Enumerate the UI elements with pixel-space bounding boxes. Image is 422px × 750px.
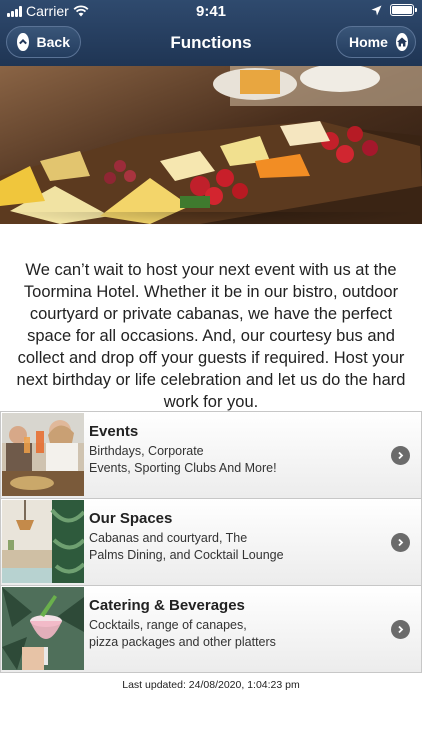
location-arrow-icon — [371, 5, 382, 15]
battery-icon — [390, 4, 417, 16]
functions-list: Events Birthdays, Corporate Events, Spor… — [0, 411, 422, 673]
last-updated-label: Last updated: 24/08/2020, 1:04:23 pm — [122, 679, 300, 691]
list-item-title: Our Spaces — [89, 510, 173, 527]
list-item-subtitle: Cocktails, range of canapes, pizza packa… — [89, 618, 276, 649]
list-item-title: Catering & Beverages — [89, 597, 245, 614]
home-button[interactable]: Home — [336, 26, 416, 58]
list-item-title: Events — [89, 423, 139, 440]
chevron-right-icon — [391, 620, 410, 639]
cheese-platter-image — [0, 66, 422, 224]
our-spaces-thumbnail — [2, 500, 84, 583]
list-item-subtitle: Birthdays, Corporate Events, Sporting Cl… — [89, 444, 277, 475]
list-item-our-spaces[interactable]: Our Spaces Cabanas and courtyard, The Pa… — [0, 499, 422, 586]
catering-beverages-thumbnail — [2, 587, 84, 670]
home-icon — [395, 33, 408, 51]
events-thumbnail — [2, 413, 84, 496]
list-item-catering-beverages[interactable]: Catering & Beverages Cocktails, range of… — [0, 586, 422, 673]
header-bar: Carrier 9:41 Back Functions Home — [0, 0, 422, 66]
hero-shadow — [0, 212, 422, 226]
chevron-right-icon — [391, 533, 410, 552]
intro-text: We can’t wait to host your next event wi… — [16, 261, 406, 411]
list-item-events[interactable]: Events Birthdays, Corporate Events, Spor… — [0, 411, 422, 499]
status-time: 9:41 — [195, 3, 227, 20]
status-bar: Carrier 9:41 — [0, 0, 422, 22]
chevron-right-icon — [391, 446, 410, 465]
hero-image — [0, 66, 422, 224]
home-button-label: Home — [349, 34, 388, 50]
list-item-subtitle: Cabanas and courtyard, The Palms Dining,… — [89, 531, 284, 562]
